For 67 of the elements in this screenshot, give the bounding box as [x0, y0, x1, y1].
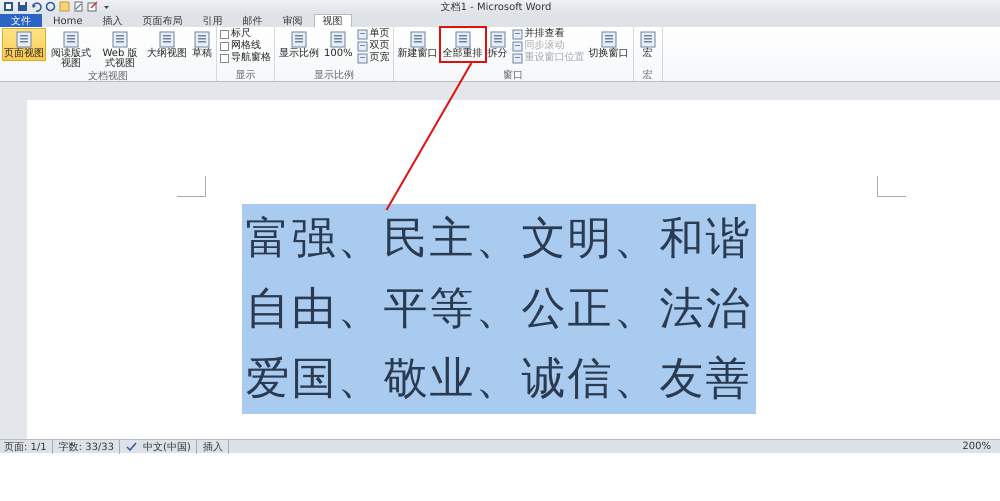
status-text: 页面: 1/1	[4, 440, 53, 454]
group-label: 宏	[642, 70, 654, 81]
checkbox[interactable]: 导航窗格	[219, 52, 272, 64]
ribbon-tab[interactable]: 引用	[194, 14, 232, 27]
ribbon-tab[interactable]: 页面布局	[134, 14, 192, 27]
ribbon-button[interactable]: 单页	[356, 28, 391, 40]
ribbon-tab[interactable]: 邮件	[234, 14, 272, 27]
ribbon-tab[interactable]: 插入	[94, 14, 132, 27]
document-icon	[408, 30, 428, 49]
save-icon	[17, 1, 28, 12]
document-icon	[61, 30, 81, 49]
ribbon-button[interactable]: 大纲视图	[145, 28, 189, 61]
ribbon-button[interactable]: 阅读版式视图	[47, 28, 95, 71]
ribbon-button[interactable]: 页面视图	[2, 28, 46, 61]
document-icon	[512, 28, 523, 40]
checkbox[interactable]: 标尺	[219, 28, 272, 40]
ribbon-button[interactable]: 新建窗口	[396, 28, 440, 61]
ribbon-button[interactable]: 草稿	[190, 28, 214, 61]
status-text: 字数: 33/33	[58, 440, 120, 454]
group-label: 显示比例	[312, 70, 355, 81]
document-icon	[598, 30, 619, 49]
text-line: 爱国、敬业、诚信、友善	[246, 352, 752, 406]
ribbon-button[interactable]: 拆分	[486, 28, 510, 61]
document-icon	[356, 40, 368, 52]
text-line: 富强、民主、文明、和谐	[246, 212, 752, 266]
status-text: 插入	[202, 440, 229, 454]
document-icon	[512, 52, 523, 64]
ribbon-button[interactable]: 双页	[356, 40, 391, 52]
ribbon-button[interactable]: 页宽	[356, 52, 391, 64]
ribbon-button[interactable]: 全部重排	[440, 28, 485, 61]
status-text: 中文(中国)	[143, 440, 197, 454]
ribbon-button[interactable]: 显示比例	[277, 28, 321, 61]
document-icon	[638, 30, 658, 49]
document-icon	[488, 30, 508, 49]
document-icon	[157, 30, 177, 49]
ribbon-button[interactable]: 切换窗口	[586, 28, 631, 61]
proofing-check-icon	[126, 442, 138, 452]
ribbon-button[interactable]: 100%	[322, 28, 355, 61]
group-label: 窗口	[502, 70, 524, 81]
undo-icon	[31, 1, 42, 12]
document-icon	[452, 30, 473, 49]
crop-mark	[877, 176, 906, 197]
document-icon	[14, 30, 34, 49]
document-icon	[289, 30, 309, 49]
window-title: 文档1 - Microsoft Word	[440, 0, 552, 14]
document-icon	[192, 30, 212, 49]
document-icon	[356, 28, 368, 40]
zoom-level[interactable]: 200%	[962, 441, 996, 452]
group-label: 文档视图	[87, 71, 129, 82]
ribbon-button[interactable]: 宏	[636, 28, 660, 61]
document-icon	[512, 40, 523, 52]
edit-icon	[87, 1, 98, 12]
ribbon-tab[interactable]: Home	[44, 14, 92, 27]
print-preview-icon	[73, 1, 84, 12]
ribbon-tab[interactable]: 视图	[314, 14, 352, 27]
crop-mark	[177, 176, 206, 197]
ribbon-tab[interactable]: 审阅	[274, 14, 312, 27]
word-logo-icon	[3, 1, 14, 12]
document-icon	[328, 30, 348, 49]
text-line: 自由、平等、公正、法治	[246, 282, 752, 336]
ribbon-button[interactable]: 并排查看	[510, 28, 586, 40]
document-icon	[356, 52, 368, 64]
checkbox[interactable]: 网格线	[219, 40, 272, 52]
file-tab[interactable]: 文件	[0, 14, 42, 27]
ribbon-button[interactable]: Web 版式视图	[96, 28, 144, 71]
group-label: 显示	[234, 70, 256, 81]
document-icon	[110, 30, 130, 49]
